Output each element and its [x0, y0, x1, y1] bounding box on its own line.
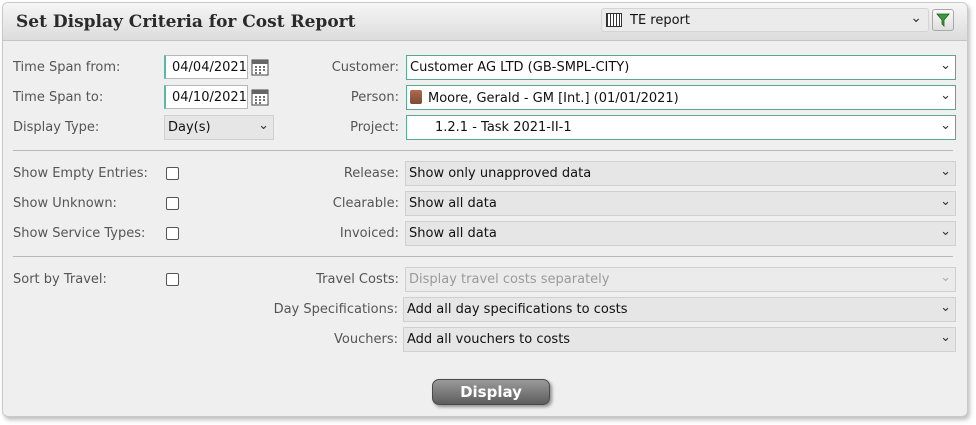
travel-costs-value: Display travel costs separately: [409, 272, 610, 287]
sort-by-travel-label: Sort by Travel:: [13, 272, 107, 287]
chevron-down-icon: ⌄: [940, 270, 951, 285]
chevron-down-icon: ⌄: [940, 224, 951, 239]
invoiced-value: Show all data: [409, 226, 497, 241]
project-value: 1.2.1 - Task 2021-II-1: [435, 120, 572, 135]
divider: [13, 256, 953, 257]
cost-report-criteria-panel: Set Display Criteria for Cost Report TE …: [2, 2, 968, 417]
display-button[interactable]: Display: [432, 379, 550, 405]
chevron-down-icon: ⌄: [940, 194, 951, 209]
day-specifications-label: Day Specifications:: [273, 302, 398, 317]
project-label: Project:: [350, 120, 399, 135]
vouchers-label: Vouchers:: [334, 332, 398, 347]
display-type-select[interactable]: Day(s) ⌄: [164, 115, 274, 140]
display-type-label: Display Type:: [13, 120, 100, 135]
travel-costs-label: Travel Costs:: [316, 272, 399, 287]
vouchers-value: Add all vouchers to costs: [407, 332, 571, 347]
release-value: Show only unapproved data: [409, 166, 592, 181]
calendar-icon[interactable]: [251, 88, 269, 106]
person-icon: [410, 90, 422, 104]
filter-icon: [936, 13, 950, 27]
travel-costs-select: Display travel costs separately ⌄: [405, 267, 956, 292]
chevron-down-icon: ⌄: [940, 118, 951, 133]
chevron-down-icon: ⌄: [258, 118, 269, 133]
person-select[interactable]: Moore, Gerald - GM [Int.] (01/01/2021) ⌄: [406, 85, 956, 110]
filter-button[interactable]: [932, 9, 954, 31]
day-specifications-value: Add all day specifications to costs: [407, 302, 628, 317]
chevron-down-icon: ⌄: [910, 10, 922, 26]
divider: [13, 150, 953, 151]
invoiced-label: Invoiced:: [339, 226, 399, 241]
day-specifications-select[interactable]: Add all day specifications to costs ⌄: [403, 297, 956, 322]
chevron-down-icon: ⌄: [940, 300, 951, 315]
clearable-label: Clearable:: [332, 196, 399, 211]
project-select[interactable]: 1.2.1 - Task 2021-II-1 ⌄: [406, 115, 956, 140]
page-title: Set Display Criteria for Cost Report: [16, 12, 356, 32]
customer-value: Customer AG LTD (GB-SMPL-CITY): [410, 60, 630, 75]
sort-by-travel-checkbox[interactable]: [166, 273, 179, 286]
clearable-value: Show all data: [409, 196, 497, 211]
person-label: Person:: [350, 90, 399, 105]
time-span-to-input[interactable]: 04/10/2021: [164, 85, 248, 109]
invoiced-select[interactable]: Show all data ⌄: [405, 221, 956, 246]
show-unknown-label: Show Unknown:: [13, 196, 117, 211]
show-service-types-label: Show Service Types:: [13, 226, 146, 241]
vouchers-select[interactable]: Add all vouchers to costs ⌄: [403, 327, 956, 352]
time-span-to-label: Time Span to:: [13, 90, 104, 105]
customer-label: Customer:: [331, 60, 399, 75]
show-unknown-checkbox[interactable]: [166, 197, 179, 210]
person-value: Moore, Gerald - GM [Int.] (01/01/2021): [428, 91, 679, 106]
chevron-down-icon: ⌄: [940, 58, 951, 73]
report-list-icon: [606, 13, 622, 27]
customer-select[interactable]: Customer AG LTD (GB-SMPL-CITY) ⌄: [406, 55, 956, 80]
time-span-from-label: Time Span from:: [13, 60, 121, 75]
show-empty-entries-label: Show Empty Entries:: [13, 166, 148, 181]
chevron-down-icon: ⌄: [940, 88, 951, 103]
chevron-down-icon: ⌄: [940, 164, 951, 179]
clearable-select[interactable]: Show all data ⌄: [405, 191, 956, 216]
show-empty-entries-checkbox[interactable]: [166, 167, 179, 180]
show-service-types-checkbox[interactable]: [166, 227, 179, 240]
calendar-icon[interactable]: [251, 58, 269, 76]
release-select[interactable]: Show only unapproved data ⌄: [405, 161, 956, 186]
title-bar: Set Display Criteria for Cost Report TE …: [3, 3, 967, 41]
release-label: Release:: [343, 166, 399, 181]
display-type-value: Day(s): [168, 120, 211, 135]
chevron-down-icon: ⌄: [940, 330, 951, 345]
time-span-from-input[interactable]: 04/04/2021: [164, 55, 248, 79]
report-selector[interactable]: TE report ⌄: [601, 8, 929, 32]
report-selector-value: TE report: [630, 13, 690, 28]
